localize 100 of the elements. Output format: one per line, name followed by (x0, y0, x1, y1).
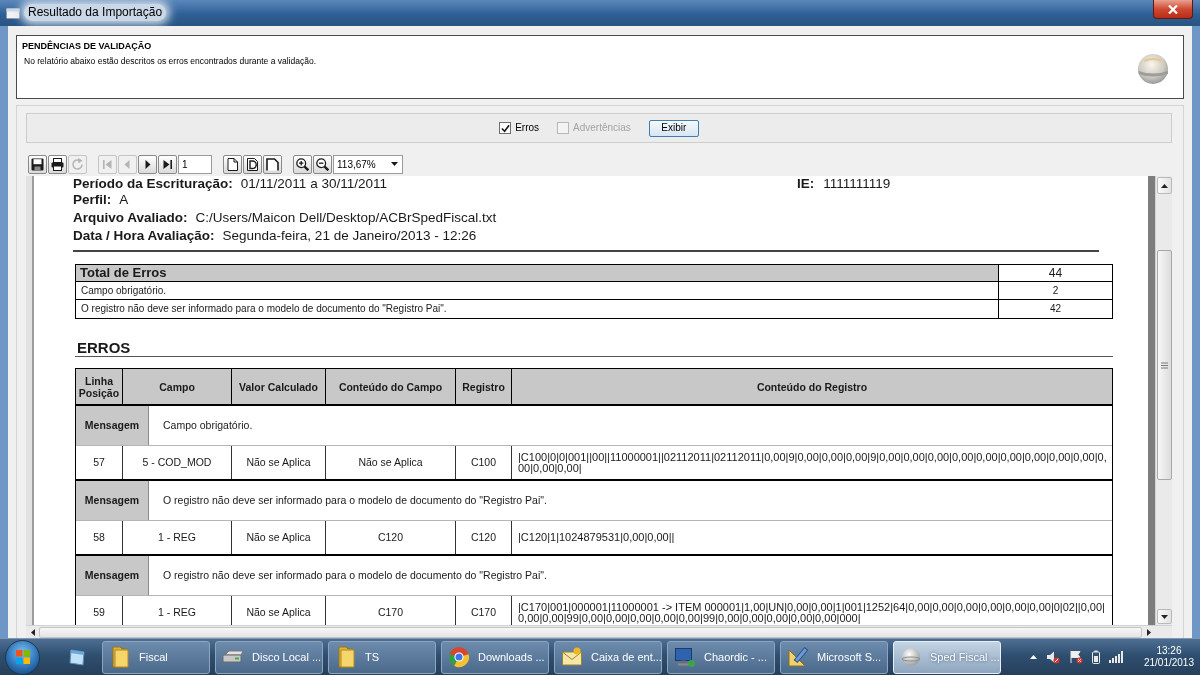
envelope-icon (561, 646, 583, 668)
row-label-cell: Mensagem (76, 556, 149, 595)
up-arrow-icon[interactable] (1029, 655, 1037, 659)
table-cell: C120 (326, 521, 456, 554)
scroll-up-button[interactable] (1156, 177, 1172, 194)
signal-icon[interactable] (1108, 651, 1123, 663)
start-button[interactable] (5, 639, 40, 675)
row-label-cell: Mensagem (76, 406, 149, 445)
scroll-thumb[interactable] (1156, 250, 1172, 480)
vertical-scrollbar[interactable] (1155, 176, 1172, 625)
circle-logo-icon (448, 646, 470, 668)
column-header: Conteúdo do Campo (326, 369, 456, 404)
page-width-button[interactable] (243, 154, 262, 174)
checkbox-label: Advertências (573, 122, 631, 134)
message-cell-text: O registro não deve ser informado para o modelo de documento do "Registro Pai". (162, 492, 548, 508)
flag-error-icon[interactable] (1068, 650, 1083, 664)
page-icon (226, 157, 239, 171)
scroll-down-button[interactable] (1156, 609, 1172, 624)
monitor-icon (674, 646, 696, 668)
column-header: Registro (456, 369, 512, 404)
taskbar-button[interactable]: Downloads ... (441, 640, 549, 674)
message-cell-text: O registro não deve ser informado para o modelo de documento do "Registro Pai". (162, 567, 548, 583)
table-cell: C100 (456, 446, 512, 479)
taskbar-button[interactable]: Caixa de ent... (554, 640, 662, 674)
info-value: Segunda-feira, 21 de Janeiro/2013 - 12:26 (222, 227, 477, 245)
section-heading: ERROS (77, 339, 131, 356)
down-arrow-icon (1160, 614, 1168, 619)
panel-title: PENDÊNCIAS DE VALIDAÇÃO (22, 41, 153, 52)
right-arrow-icon (1146, 628, 1151, 636)
info-value: A (119, 191, 129, 209)
table-cell: 58 (76, 521, 123, 554)
window-title: Resultado da Importação (24, 4, 167, 21)
checkbox[interactable] (499, 122, 512, 134)
table-cell: Não se Aplica (232, 521, 326, 554)
save-button[interactable] (28, 154, 47, 174)
taskbar-button[interactable]: Fiscal (102, 640, 210, 674)
last-page-button[interactable] (158, 154, 177, 174)
table-cell: 57 (76, 446, 123, 479)
zoom-dropdown[interactable]: 113,67% (333, 154, 403, 174)
print-button[interactable] (48, 154, 67, 174)
zoom-in-icon (296, 157, 309, 171)
clock-time[interactable]: 13:26 (1156, 645, 1182, 657)
clock-date[interactable]: 21/01/2013 (1143, 657, 1194, 669)
panel-description: No relatório abaixo estão descritos os erros encontrados durante a validação. (24, 56, 316, 67)
info-value: 1111111119 (823, 176, 891, 191)
message-cell-text: Campo obrigatório. (162, 417, 254, 433)
table-cell: Não se Aplica (326, 446, 456, 479)
folder-icon (335, 646, 357, 668)
show-button[interactable]: Exibir (648, 119, 699, 137)
table-cell: Não se Aplica (232, 446, 326, 479)
table-cell: C120 (456, 521, 512, 554)
checkbox-label: Erros (515, 122, 540, 134)
page-width-icon (246, 157, 259, 171)
info-value: C:/Users/Maicon Dell/Desktop/ACBrSpedFiscal.txt (195, 209, 497, 227)
window-icon (6, 6, 20, 20)
info-label: Arquivo Avaliado: (73, 209, 188, 227)
refresh-icon (71, 157, 84, 171)
zoom-in-button[interactable] (293, 154, 312, 174)
folder-icon (109, 646, 131, 668)
left-arrow-icon (30, 628, 35, 636)
table-cell: Campo obrigatório. (76, 282, 999, 299)
zoom-out-icon (316, 157, 329, 171)
column-header: Campo (123, 369, 232, 404)
column-header: Valor Calculado (232, 369, 326, 404)
row-label-cell: Mensagem (76, 481, 149, 520)
window-icon (67, 647, 87, 667)
whole-page-button[interactable] (223, 154, 242, 174)
grip-icon (1160, 361, 1168, 369)
taskbar-button[interactable]: Chaordic - ... (667, 640, 775, 674)
page-number-field[interactable]: 1 (178, 154, 212, 174)
record-content-cell-text: |C100|0|0|001||00||11000001||02112011|02112011|0,00|9|0,00|0,00|0,00|9|0,00|0,00|0,00|0,00|0,00|0,00|0,00|0,00|0,00|0,00|0,00|0,00| (517, 449, 1108, 476)
info-value: 01/11/2011 a 30/11/2011 (240, 176, 387, 191)
table-cell: 1 - REG (123, 521, 232, 554)
info-label: Período da Escrituração: (73, 176, 233, 191)
speaker-muted-icon[interactable] (1045, 650, 1060, 664)
table-cell-text: 2 (1051, 284, 1060, 298)
next-page-button[interactable] (138, 154, 157, 174)
info-label: IE: (797, 176, 815, 191)
close-button[interactable] (1153, 0, 1193, 19)
first-page-icon (101, 157, 114, 171)
table-cell: 5 - COD_MOD (123, 446, 232, 479)
column-header: Linha Posição (76, 369, 123, 404)
table-cell-text: 42 (1048, 302, 1063, 316)
taskbar-button[interactable]: Disco Local ... (215, 640, 323, 674)
page-corner-icon (266, 157, 279, 171)
zoom-out-button[interactable] (313, 154, 332, 174)
table-header-cell: Total de Erros (76, 265, 999, 281)
taskbar-button[interactable]: TS (328, 640, 436, 674)
print-icon (51, 157, 64, 171)
checkmark-icon (500, 123, 510, 133)
fit-page-button[interactable] (263, 154, 282, 174)
info-label: Perfil: (73, 191, 112, 209)
info-label: Data / Hora Avaliação: (73, 227, 215, 245)
taskbar-button[interactable]: Microsoft S... (780, 640, 888, 674)
table-cell-text: 44 (1047, 265, 1064, 281)
record-content-cell-text: |C120|1|1024879531|0,00|0,00|| (517, 530, 676, 545)
battery-icon[interactable] (1091, 650, 1100, 664)
table-cell: O registro não deve ser informado para o modelo de documento do "Registro Pai". (76, 300, 999, 318)
close-icon (1168, 4, 1178, 14)
caret-icon (391, 162, 398, 166)
